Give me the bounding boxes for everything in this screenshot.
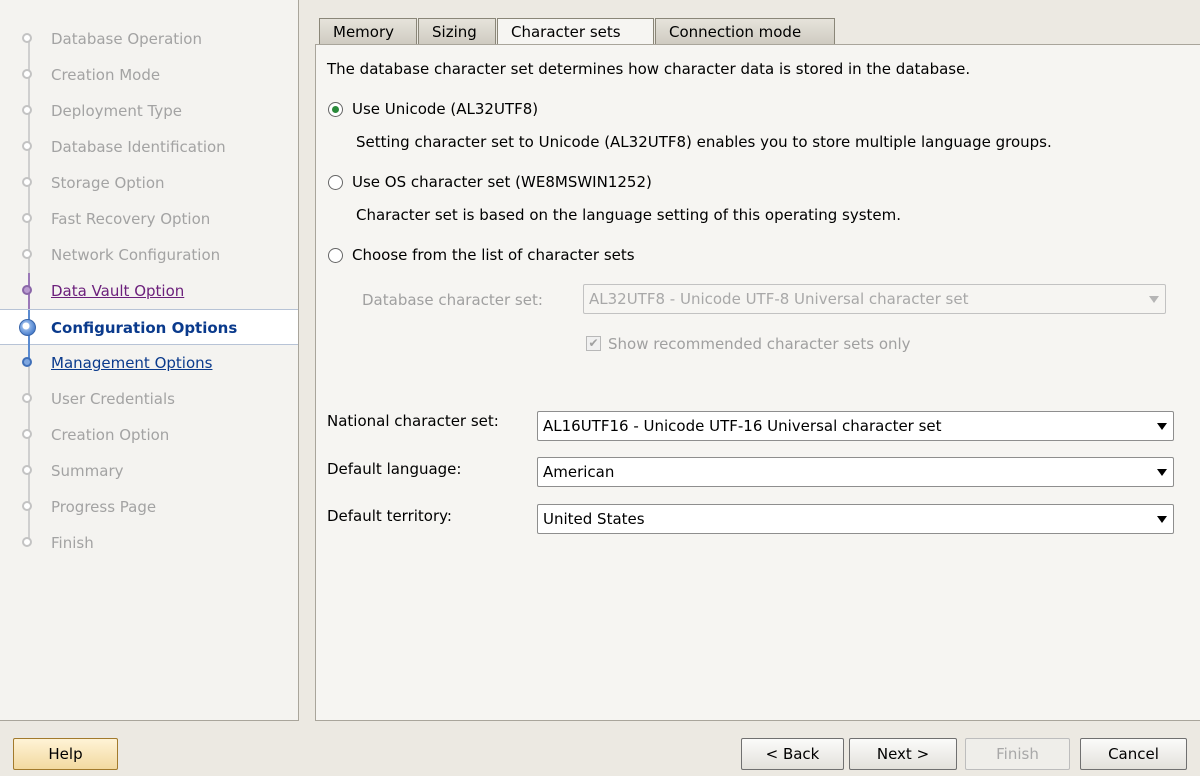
recommended-checkbox-label[interactable]: Show recommended character sets only (608, 335, 911, 353)
step-indicator-icon (22, 537, 32, 547)
step-indicator-icon (22, 213, 32, 223)
step-indicator-icon (22, 177, 32, 187)
step-indicator-icon (22, 501, 32, 511)
sidebar-step[interactable]: Data Vault Option (0, 273, 298, 309)
chevron-down-icon (1149, 296, 1159, 303)
step-label: Storage Option (51, 174, 165, 192)
charset-intro-text: The database character set determines ho… (327, 60, 971, 78)
step-label: Creation Mode (51, 66, 161, 84)
step-indicator-icon (22, 105, 32, 115)
sidebar-step: Summary (0, 453, 298, 489)
sidebar-step: Deployment Type (0, 93, 298, 129)
national-charset-label: National character set: (327, 412, 499, 430)
sidebar-step: Progress Page (0, 489, 298, 525)
tab-sizing[interactable]: Sizing (418, 18, 496, 44)
recommended-checkbox[interactable]: ✔ (586, 336, 601, 351)
wizard-steps-sidebar: Database Operation Creation Mode Deploymen… (0, 0, 299, 721)
os-charset-radio-label[interactable]: Use OS character set (WE8MSWIN1252) (352, 173, 652, 191)
default-territory-label: Default territory: (327, 507, 452, 525)
step-label: Deployment Type (51, 102, 182, 120)
db-charset-label: Database character set: (362, 291, 543, 309)
sidebar-step: Fast Recovery Option (0, 201, 298, 237)
back-button[interactable]: < Back (741, 738, 844, 770)
step-label: User Credentials (51, 390, 175, 408)
step-indicator-icon (22, 285, 32, 295)
unicode-description: Setting character set to Unicode (AL32UT… (356, 133, 1052, 151)
choose-charset-radio[interactable] (328, 248, 343, 263)
sidebar-step[interactable]: Configuration Options (0, 309, 298, 346)
step-label: Finish (51, 534, 94, 552)
finish-button[interactable]: Finish (965, 738, 1070, 770)
chevron-down-icon (1157, 469, 1167, 476)
step-label: Summary (51, 462, 124, 480)
step-indicator-icon (22, 429, 32, 439)
sidebar-step: Finish (0, 525, 298, 561)
step-label: Database Identification (51, 138, 226, 156)
chevron-down-icon (1157, 423, 1167, 430)
step-label: Fast Recovery Option (51, 210, 211, 228)
step-indicator-icon (22, 465, 32, 475)
help-button[interactable]: Help (13, 738, 118, 770)
national-charset-select[interactable]: AL16UTF16 - Unicode UTF-16 Universal cha… (537, 411, 1174, 441)
default-language-value: American (543, 463, 615, 481)
step-indicator-icon (22, 357, 32, 367)
step-label: Configuration Options (51, 319, 238, 337)
sidebar-step: Storage Option (0, 165, 298, 201)
national-charset-value: AL16UTF16 - Unicode UTF-16 Universal cha… (543, 417, 942, 435)
sidebar-step: Database Operation (0, 21, 298, 57)
steps-list: Database Operation Creation Mode Deploymen… (0, 21, 298, 561)
unicode-radio[interactable] (328, 102, 343, 117)
step-indicator-icon (22, 33, 32, 43)
default-territory-value: United States (543, 510, 645, 528)
step-label: Creation Option (51, 426, 170, 444)
tab-connection-mode[interactable]: Connection mode (655, 18, 835, 44)
tab-memory[interactable]: Memory (319, 18, 417, 44)
main-panel: Memory Sizing Character sets Connection … (315, 0, 1200, 721)
db-charset-value: AL32UTF8 - Unicode UTF-8 Universal chara… (589, 290, 969, 308)
sidebar-step: Database Identification (0, 129, 298, 165)
step-label: Management Options (51, 354, 213, 372)
character-sets-panel: The database character set determines ho… (315, 44, 1200, 721)
sidebar-step: Creation Mode (0, 57, 298, 93)
step-label: Database Operation (51, 30, 202, 48)
step-indicator-icon (22, 393, 32, 403)
sidebar-step: Creation Option (0, 417, 298, 453)
default-territory-select[interactable]: United States (537, 504, 1174, 534)
step-indicator-icon (22, 141, 32, 151)
step-indicator-icon (22, 69, 32, 79)
step-indicator-icon (19, 319, 36, 336)
step-label: Data Vault Option (51, 282, 185, 300)
step-label: Network Configuration (51, 246, 221, 264)
unicode-radio-label[interactable]: Use Unicode (AL32UTF8) (352, 100, 538, 118)
next-button[interactable]: Next > (849, 738, 957, 770)
step-indicator-icon (22, 249, 32, 259)
chevron-down-icon (1157, 516, 1167, 523)
checkmark-icon: ✔ (588, 336, 599, 350)
sidebar-step: User Credentials (0, 381, 298, 417)
step-label: Progress Page (51, 498, 157, 516)
os-charset-description: Character set is based on the language s… (356, 206, 902, 224)
choose-charset-radio-label[interactable]: Choose from the list of character sets (352, 246, 635, 264)
os-charset-radio[interactable] (328, 175, 343, 190)
default-language-select[interactable]: American (537, 457, 1174, 487)
sidebar-step[interactable]: Management Options (0, 345, 298, 381)
tab-character-sets[interactable]: Character sets (497, 18, 654, 45)
default-language-label: Default language: (327, 460, 462, 478)
db-charset-select[interactable]: AL32UTF8 - Unicode UTF-8 Universal chara… (583, 284, 1166, 314)
cancel-button[interactable]: Cancel (1080, 738, 1187, 770)
sidebar-step: Network Configuration (0, 237, 298, 273)
